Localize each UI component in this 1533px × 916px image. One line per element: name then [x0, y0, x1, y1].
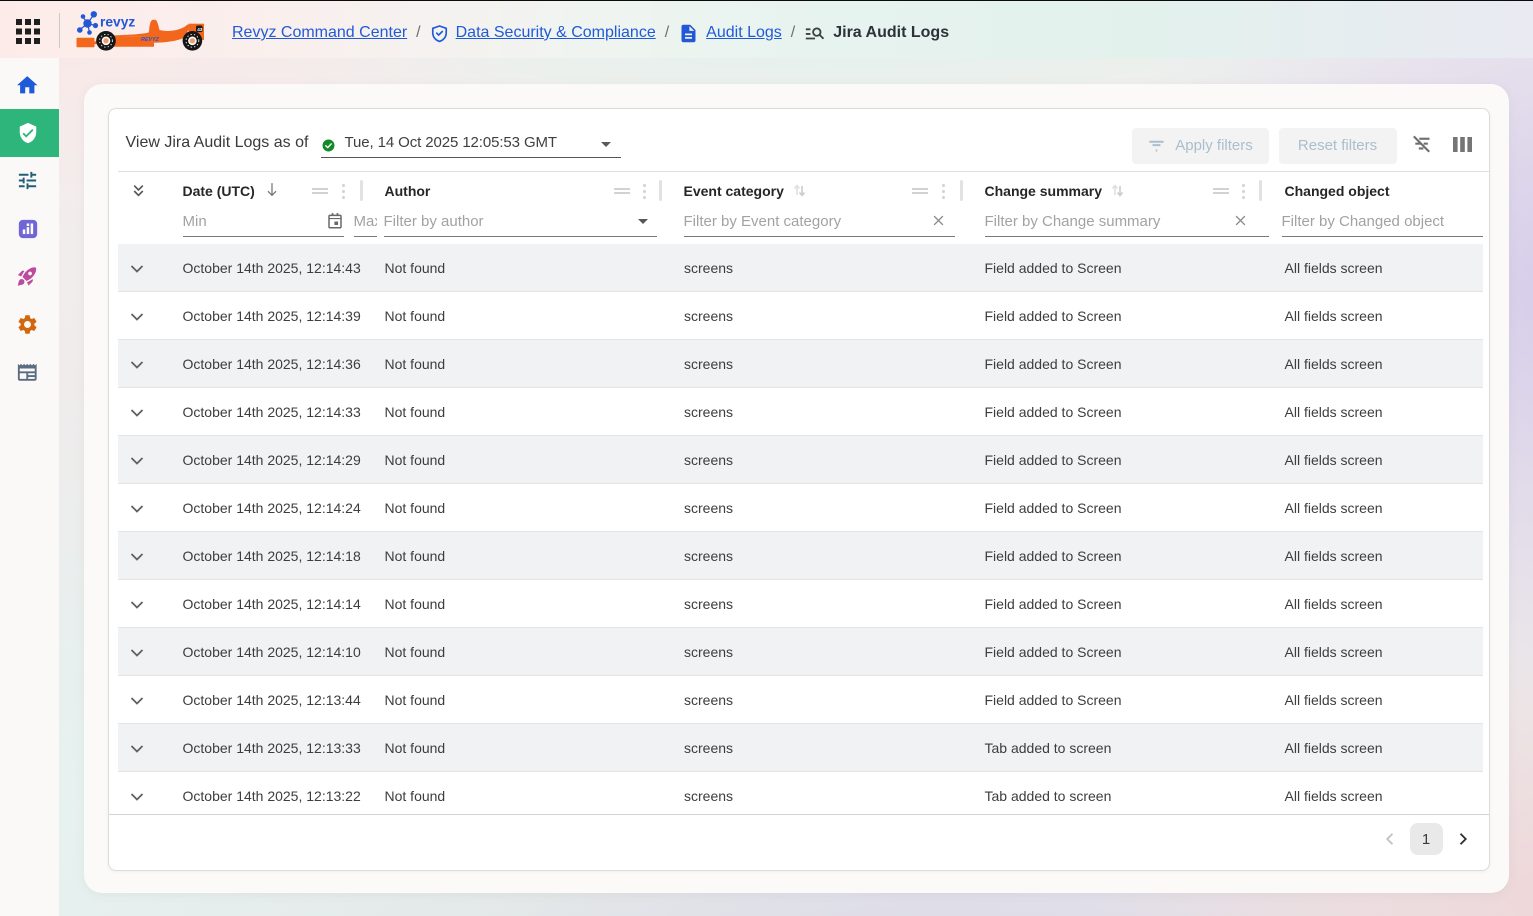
svg-text:REVYZ: REVYZ: [141, 37, 160, 43]
svg-text:43: 43: [197, 27, 203, 32]
svg-text:revyz: revyz: [100, 15, 135, 30]
